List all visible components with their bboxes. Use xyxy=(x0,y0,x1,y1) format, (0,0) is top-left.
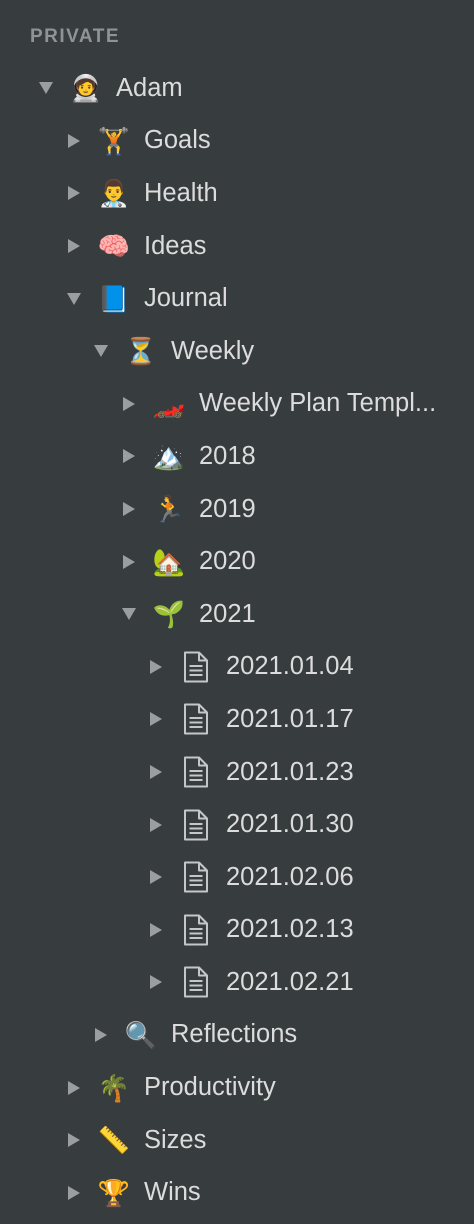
tree-item-2021-01-17[interactable]: 2021.01.17 xyxy=(0,693,474,746)
tree-item-label: 2021.01.04 xyxy=(226,652,354,681)
runner-icon[interactable]: 🏃 xyxy=(150,496,188,522)
chevron-right-icon[interactable] xyxy=(61,128,87,154)
document-icon[interactable] xyxy=(177,756,215,788)
ruler-icon[interactable]: 📏 xyxy=(95,1127,133,1153)
tree-item-label: Adam xyxy=(116,73,183,102)
tree-item-weekly-plan-template[interactable]: 🏎️ Weekly Plan Templ... xyxy=(0,378,474,431)
chevron-right-icon[interactable] xyxy=(88,1022,114,1048)
tree-item-label: Reflections xyxy=(171,1020,298,1049)
tree-item-wins[interactable]: 🏆 Wins xyxy=(0,1166,474,1219)
tree-item-2021-02-13[interactable]: 2021.02.13 xyxy=(0,904,474,957)
chevron-right-icon[interactable] xyxy=(116,496,142,522)
chevron-right-icon[interactable] xyxy=(116,391,142,417)
chevron-right-icon[interactable] xyxy=(61,1127,87,1153)
house-garden-icon[interactable]: 🏡 xyxy=(150,549,188,575)
chevron-right-icon[interactable] xyxy=(143,969,169,995)
chevron-right-icon[interactable] xyxy=(143,759,169,785)
tree-item-label: Ideas xyxy=(144,231,207,260)
hourglass-icon[interactable]: ⏳ xyxy=(122,338,160,364)
tree-item-label: 2018 xyxy=(199,441,256,470)
tree-item-2018[interactable]: 🏔️ 2018 xyxy=(0,430,474,483)
tree-item-ideas[interactable]: 🧠 Ideas xyxy=(0,220,474,273)
palm-tree-icon[interactable]: 🌴 xyxy=(95,1075,133,1101)
tree-item-label: Health xyxy=(144,178,218,207)
tree-item-label: Weekly xyxy=(171,336,255,365)
astronaut-icon[interactable]: 🧑‍🚀 xyxy=(67,75,105,101)
blue-book-icon[interactable]: 📘 xyxy=(95,286,133,312)
tree-item-2021-01-23[interactable]: 2021.01.23 xyxy=(0,746,474,799)
tree-item-health[interactable]: 👨‍⚕️ Health xyxy=(0,167,474,220)
chevron-down-icon[interactable] xyxy=(116,601,142,627)
tree-item-2020[interactable]: 🏡 2020 xyxy=(0,535,474,588)
document-icon[interactable] xyxy=(177,966,215,998)
document-icon[interactable] xyxy=(177,861,215,893)
document-icon[interactable] xyxy=(177,914,215,946)
document-icon[interactable] xyxy=(177,651,215,683)
sidebar: PRIVATE 🧑‍🚀 Adam 🏋️ Goals 👨‍⚕️ Health 🧠 … xyxy=(0,0,474,1224)
tree-item-label: Wins xyxy=(144,1178,201,1207)
chevron-down-icon[interactable] xyxy=(33,75,59,101)
tree-item-label: Journal xyxy=(144,284,228,313)
chevron-right-icon[interactable] xyxy=(143,654,169,680)
chevron-right-icon[interactable] xyxy=(143,864,169,890)
chevron-right-icon[interactable] xyxy=(143,812,169,838)
tree-item-reflections[interactable]: 🔍 Reflections xyxy=(0,1009,474,1062)
tree-item-2021-01-30[interactable]: 2021.01.30 xyxy=(0,798,474,851)
chevron-right-icon[interactable] xyxy=(61,1075,87,1101)
tree-item-weekly[interactable]: ⏳ Weekly xyxy=(0,325,474,378)
tree-item-journal[interactable]: 📘 Journal xyxy=(0,272,474,325)
trophy-icon[interactable]: 🏆 xyxy=(95,1180,133,1206)
chevron-right-icon[interactable] xyxy=(61,1180,87,1206)
tree-item-label: 2021.01.30 xyxy=(226,810,354,839)
chevron-down-icon[interactable] xyxy=(88,338,114,364)
tree-item-productivity[interactable]: 🌴 Productivity xyxy=(0,1061,474,1114)
tree-item-label: 2021.01.17 xyxy=(226,704,354,733)
tree-item-2021-02-21[interactable]: 2021.02.21 xyxy=(0,956,474,1009)
tree-item-2021[interactable]: 🌱 2021 xyxy=(0,588,474,641)
tree-item-label: Productivity xyxy=(144,1073,276,1102)
tree-item-label: 2021 xyxy=(199,599,256,628)
tree-item-label: 2021.02.06 xyxy=(226,862,354,891)
tree-item-sizes[interactable]: 📏 Sizes xyxy=(0,1114,474,1167)
tree-item-label: Goals xyxy=(144,126,211,155)
tree-item-label: 2020 xyxy=(199,547,256,576)
page-tree: 🧑‍🚀 Adam 🏋️ Goals 👨‍⚕️ Health 🧠 Ideas 📘 … xyxy=(0,62,474,1219)
brain-icon[interactable]: 🧠 xyxy=(95,233,133,259)
tree-item-2021-02-06[interactable]: 2021.02.06 xyxy=(0,851,474,904)
chevron-right-icon[interactable] xyxy=(61,233,87,259)
chevron-down-icon[interactable] xyxy=(61,286,87,312)
tree-item-label: 2019 xyxy=(199,494,256,523)
tree-item-2019[interactable]: 🏃 2019 xyxy=(0,483,474,536)
tree-item-label: 2021.01.23 xyxy=(226,757,354,786)
tree-item-label: Sizes xyxy=(144,1125,207,1154)
tree-item-goals[interactable]: 🏋️ Goals xyxy=(0,115,474,168)
chevron-right-icon[interactable] xyxy=(143,917,169,943)
tree-item-label: 2021.02.21 xyxy=(226,967,354,996)
chevron-right-icon[interactable] xyxy=(116,549,142,575)
mountain-icon[interactable]: 🏔️ xyxy=(150,443,188,469)
chevron-right-icon[interactable] xyxy=(143,706,169,732)
weightlifter-icon[interactable]: 🏋️ xyxy=(95,128,133,154)
magnifying-glass-icon[interactable]: 🔍 xyxy=(122,1022,160,1048)
document-icon[interactable] xyxy=(177,809,215,841)
seedling-icon[interactable]: 🌱 xyxy=(150,601,188,627)
section-header-private[interactable]: PRIVATE xyxy=(30,26,120,48)
tree-item-2021-01-04[interactable]: 2021.01.04 xyxy=(0,641,474,694)
chevron-right-icon[interactable] xyxy=(61,180,87,206)
tree-item-label: Weekly Plan Templ... xyxy=(199,389,437,418)
doctor-icon[interactable]: 👨‍⚕️ xyxy=(95,180,133,206)
tree-item-label: 2021.02.13 xyxy=(226,915,354,944)
document-icon[interactable] xyxy=(177,703,215,735)
race-car-icon[interactable]: 🏎️ xyxy=(150,391,188,417)
tree-item-adam[interactable]: 🧑‍🚀 Adam xyxy=(0,62,474,115)
chevron-right-icon[interactable] xyxy=(116,443,142,469)
